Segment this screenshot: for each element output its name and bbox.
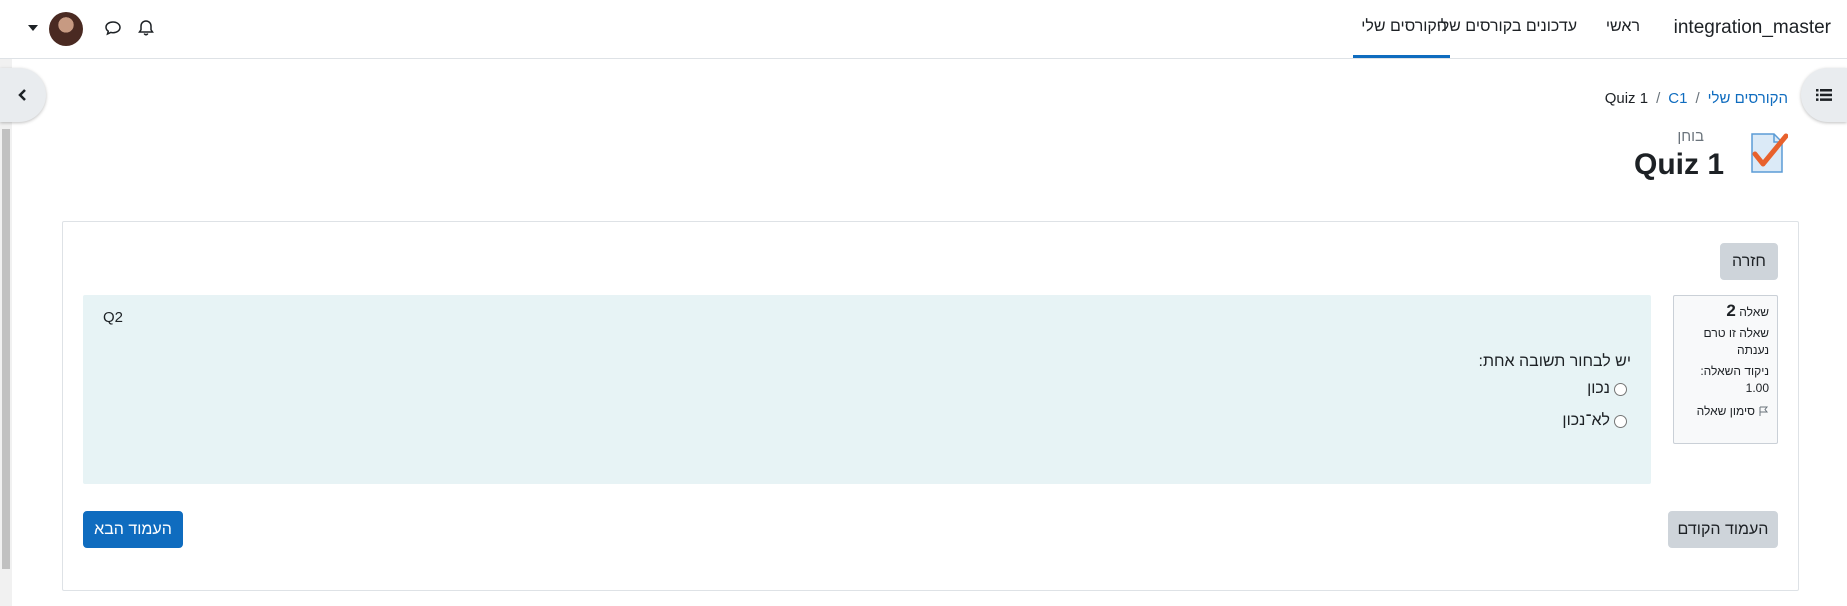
page-title: Quiz 1 (1633, 148, 1724, 181)
top-navbar: integration_master ראשי עדכונים בקורסים … (0, 0, 1847, 59)
nav-active-indicator (1353, 55, 1450, 58)
next-page-button[interactable]: העמוד הבא (83, 511, 183, 548)
answer-option-label[interactable]: לא־נכון (1562, 412, 1610, 430)
nav-item-course-updates[interactable]: עדכונים בקורסים שלי (1437, 18, 1577, 36)
site-name[interactable]: integration_master (1674, 17, 1831, 39)
flag-question-toggle[interactable]: סימון שאלה (1682, 403, 1769, 420)
open-course-index-button[interactable] (1801, 68, 1847, 122)
activity-type-label: בוחן (1677, 128, 1704, 145)
quiz-card: חזרה שאלה 2 שאלה זו טרם נענתה ניקוד השאל… (62, 221, 1799, 591)
flag-question-label[interactable]: סימון שאלה (1697, 403, 1755, 420)
nav-item-home[interactable]: ראשי (1606, 18, 1640, 36)
answer-option-true[interactable]: נכון (1587, 380, 1627, 398)
quiz-icon (1748, 130, 1789, 176)
breadcrumb: הקורסים שלי / C1 / Quiz 1 (1605, 90, 1788, 107)
question-grade-label: ניקוד השאלה: (1700, 364, 1769, 378)
caret-down-icon[interactable] (28, 25, 38, 31)
back-button[interactable]: חזרה (1720, 243, 1778, 280)
bell-icon[interactable] (136, 18, 156, 38)
chat-icon[interactable] (103, 18, 123, 38)
scrollbar-track[interactable] (0, 59, 12, 606)
question-info-box: שאלה 2 שאלה זו טרם נענתה ניקוד השאלה: 1.… (1673, 295, 1778, 444)
answer-option-false[interactable]: לא־נכון (1562, 412, 1627, 430)
question-number-value: 2 (1726, 301, 1736, 320)
question-panel: Q2 יש לבחור תשובה אחת: נכון לא־נכון (83, 295, 1651, 484)
question-number: שאלה 2 (1682, 302, 1769, 321)
question-text: Q2 (103, 309, 124, 326)
open-block-drawer-button[interactable] (0, 68, 46, 122)
scrollbar-thumb[interactable] (2, 129, 10, 569)
breadcrumb-course[interactable]: C1 (1668, 90, 1687, 107)
radio-true[interactable] (1614, 382, 1627, 396)
question-status: שאלה זו טרם נענתה (1703, 326, 1769, 357)
answer-option-label[interactable]: נכון (1587, 380, 1610, 398)
breadcrumb-separator: / (1695, 90, 1700, 107)
avatar[interactable] (49, 12, 83, 46)
flag-icon (1759, 406, 1769, 416)
previous-page-button[interactable]: העמוד הקודם (1668, 511, 1778, 548)
question-label: שאלה (1739, 305, 1769, 319)
radio-false[interactable] (1614, 414, 1627, 428)
answer-prompt: יש לבחור תשובה אחת: (1478, 353, 1632, 370)
list-icon (1816, 89, 1832, 101)
breadcrumb-separator: / (1656, 90, 1661, 107)
breadcrumb-my-courses[interactable]: הקורסים שלי (1708, 90, 1788, 107)
question-grade-value: 1.00 (1745, 381, 1769, 395)
chevron-left-icon (18, 89, 26, 101)
nav-item-my-courses[interactable]: הקורסים שלי (1361, 18, 1447, 36)
breadcrumb-current: Quiz 1 (1604, 90, 1649, 107)
